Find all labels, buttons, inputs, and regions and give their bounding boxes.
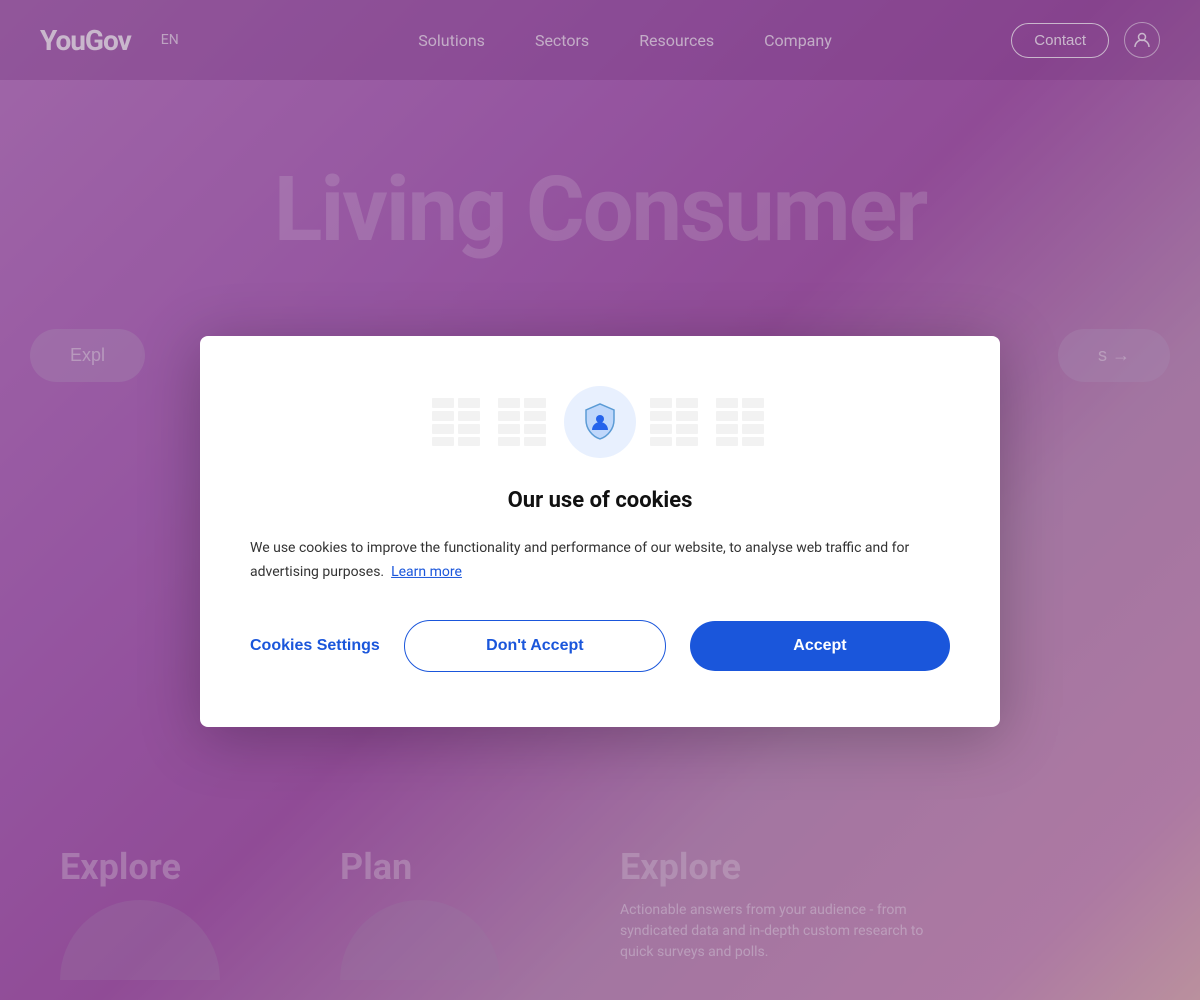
cookie-description: We use cookies to improve the functional… [250,537,950,585]
cookies-settings-button[interactable]: Cookies Settings [250,637,380,655]
shield-icon-wrap [564,386,636,458]
shield-icon [578,400,622,444]
cookie-actions: Cookies Settings Don't Accept Accept [250,620,950,672]
cookie-icon-row [250,386,950,458]
grid-icon-3 [650,398,702,446]
grid-icon-2 [498,398,550,446]
learn-more-link[interactable]: Learn more [391,564,462,580]
cookie-title: Our use of cookies [250,488,950,513]
accept-button[interactable]: Accept [690,621,950,671]
grid-icon-4 [716,398,768,446]
dont-accept-button[interactable]: Don't Accept [404,620,666,672]
grid-icon-1 [432,398,484,446]
cookie-modal: Our use of cookies We use cookies to imp… [200,336,1000,727]
